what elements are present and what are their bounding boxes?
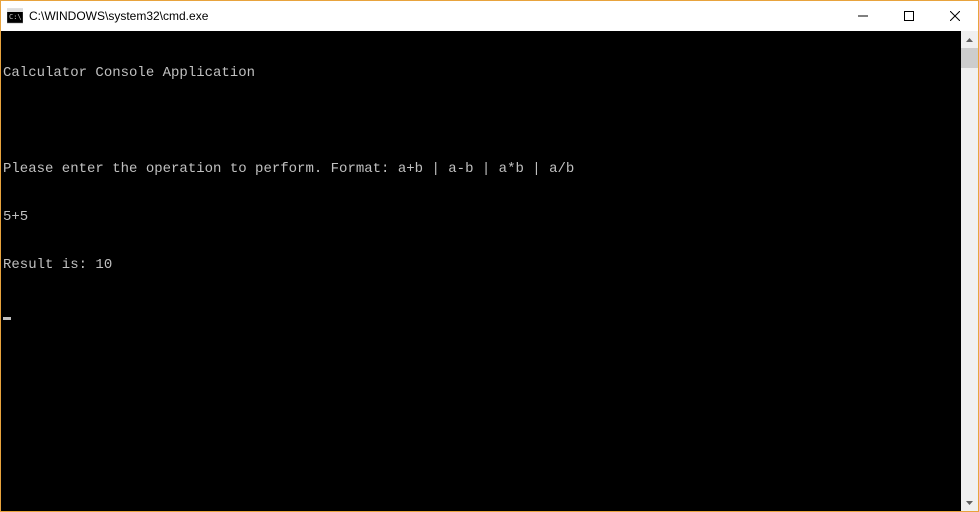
console-line: Calculator Console Application	[3, 65, 961, 81]
scroll-thumb[interactable]	[961, 48, 978, 68]
console-line	[3, 113, 961, 129]
svg-text:C:\: C:\	[9, 13, 22, 21]
chevron-up-icon	[966, 38, 973, 42]
console-cursor-line	[3, 305, 961, 321]
maximize-icon	[904, 11, 914, 21]
cmd-window: C:\ C:\WINDOWS\system32\cmd.exe	[0, 0, 979, 512]
console-area: Calculator Console Application Please en…	[1, 31, 978, 511]
window-controls	[840, 1, 978, 31]
scroll-track[interactable]	[961, 48, 978, 494]
console-line: 5+5	[3, 209, 961, 225]
close-button[interactable]	[932, 1, 978, 31]
minimize-icon	[858, 11, 868, 21]
titlebar[interactable]: C:\ C:\WINDOWS\system32\cmd.exe	[1, 1, 978, 31]
cursor	[3, 317, 11, 320]
chevron-down-icon	[966, 501, 973, 505]
scroll-down-button[interactable]	[961, 494, 978, 511]
console-output[interactable]: Calculator Console Application Please en…	[1, 31, 961, 511]
console-line: Result is: 10	[3, 257, 961, 273]
window-title: C:\WINDOWS\system32\cmd.exe	[29, 9, 840, 23]
maximize-button[interactable]	[886, 1, 932, 31]
console-line: Please enter the operation to perform. F…	[3, 161, 961, 177]
cmd-icon: C:\	[7, 8, 23, 24]
vertical-scrollbar[interactable]	[961, 31, 978, 511]
minimize-button[interactable]	[840, 1, 886, 31]
close-icon	[950, 11, 960, 21]
scroll-up-button[interactable]	[961, 31, 978, 48]
